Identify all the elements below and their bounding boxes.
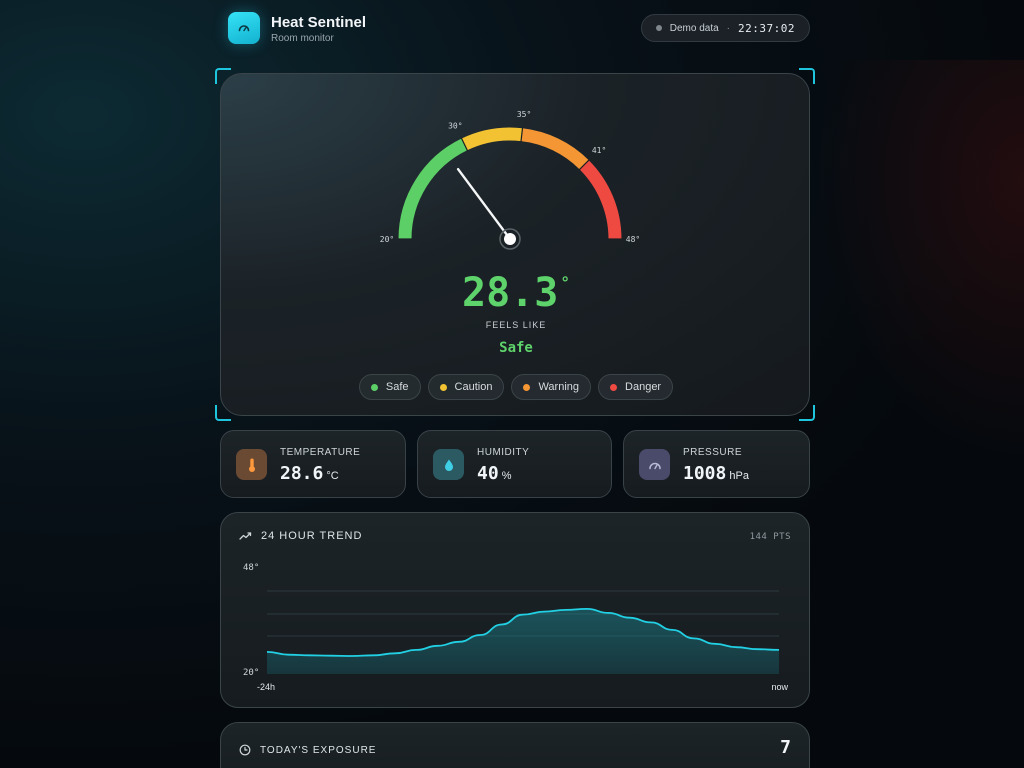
y-axis-max-label: 48° <box>243 563 259 573</box>
legend-label: Warning <box>538 381 580 393</box>
humidity-value: 40 <box>477 463 499 484</box>
trend-card: 24 HOUR TREND 144 PTS 48° 20° -24h now <box>220 512 810 708</box>
legend-chip-warning[interactable]: Warning <box>511 374 592 400</box>
water-drop-icon <box>433 449 464 480</box>
temperature-value: 28.6 <box>280 463 324 484</box>
gauge-zone-danger <box>579 160 622 240</box>
x-axis-end-label: now <box>771 682 788 692</box>
heat-index-gauge-card: 20° 30° 35° 41° 48° 28.3 ° FEELS LIKE Safe Sa… <box>215 68 815 421</box>
data-mode-pill[interactable]: Demo data · 22:37:02 <box>640 14 810 42</box>
risk-legend: Safe Caution Warning Danger <box>221 374 811 400</box>
temperature-unit: °C <box>326 470 339 482</box>
feels-like-unit: ° <box>560 273 570 292</box>
gauge-tick-label: 20° <box>380 235 394 244</box>
legend-label: Safe <box>385 381 409 393</box>
legend-dot <box>610 383 618 391</box>
pressure-card: PRESSURE 1008 hPa <box>623 430 810 498</box>
app-title: Heat Sentinel <box>271 14 367 31</box>
corner-bracket <box>215 405 231 421</box>
app-header: Heat Sentinel Room monitor Demo data · 2… <box>228 12 810 46</box>
clock-icon <box>239 744 251 756</box>
legend-chip-caution[interactable]: Caution <box>427 374 505 400</box>
stat-value: 28.6 °C <box>280 463 339 484</box>
background-glow <box>814 60 1024 460</box>
corner-bracket <box>799 405 815 421</box>
thermometer-icon <box>236 449 267 480</box>
pressure-unit: hPa <box>729 470 749 482</box>
legend-label: Caution <box>454 381 493 393</box>
legend-dot <box>439 383 447 391</box>
legend-dot <box>523 383 531 391</box>
app-subtitle: Room monitor <box>271 33 334 44</box>
legend-chip-danger[interactable]: Danger <box>598 374 674 400</box>
feels-like-value: 28.3 <box>462 270 559 316</box>
gauge-hub <box>504 233 516 245</box>
gauge-zone-caution <box>461 127 523 151</box>
stat-value: 40% <box>477 463 511 484</box>
exposure-title: TODAY'S EXPOSURE <box>260 744 377 756</box>
temperature-card: TEMPERATURE 28.6 °C <box>220 430 406 498</box>
y-axis-min-label: 20° <box>243 668 259 678</box>
pressure-value: 1008 <box>683 463 727 484</box>
stat-label: TEMPERATURE <box>280 447 361 458</box>
exposure-card: TODAY'S EXPOSURE 7 <box>220 722 810 768</box>
gauge-tick-label: 30° <box>448 122 462 131</box>
dashboard: Heat Sentinel Room monitor Demo data · 2… <box>215 0 815 768</box>
heat-status: Safe <box>499 340 533 356</box>
feels-like-caption: FEELS LIKE <box>485 320 547 330</box>
gauge-needle <box>456 167 512 241</box>
gauge-tick-label: 35° <box>517 110 531 119</box>
feels-like-reading: 28.3 ° <box>221 270 811 316</box>
gauge-tick-label: 41° <box>592 146 606 155</box>
gauge-zone-warning <box>520 128 589 170</box>
mode-label: Demo data <box>669 22 719 34</box>
trend-area <box>267 608 779 674</box>
separator: · <box>726 22 731 34</box>
legend-dot <box>370 383 378 391</box>
humidity-unit: % <box>501 470 512 482</box>
gauge-tick-label: 48° <box>626 235 640 244</box>
stat-value: 1008 hPa <box>683 463 749 484</box>
status-dot <box>655 25 662 31</box>
exposure-count: 7 <box>780 737 791 758</box>
legend-label: Danger <box>625 381 662 393</box>
trend-chart: 48° 20° -24h now <box>243 563 788 692</box>
humidity-card: HUMIDITY 40% <box>417 430 612 498</box>
stat-label: PRESSURE <box>683 447 743 458</box>
stat-label: HUMIDITY <box>477 447 530 458</box>
gauge-icon <box>639 449 670 480</box>
gauge-icon <box>228 12 260 44</box>
clock: 22:37:02 <box>738 21 795 35</box>
legend-chip-safe[interactable]: Safe <box>358 374 421 400</box>
gauge-dial: 20° 30° 35° 41° 48° <box>380 110 640 250</box>
gauge-zone-safe <box>398 138 468 240</box>
x-axis-start-label: -24h <box>257 682 275 692</box>
exposure-header: TODAY'S EXPOSURE <box>239 744 376 756</box>
